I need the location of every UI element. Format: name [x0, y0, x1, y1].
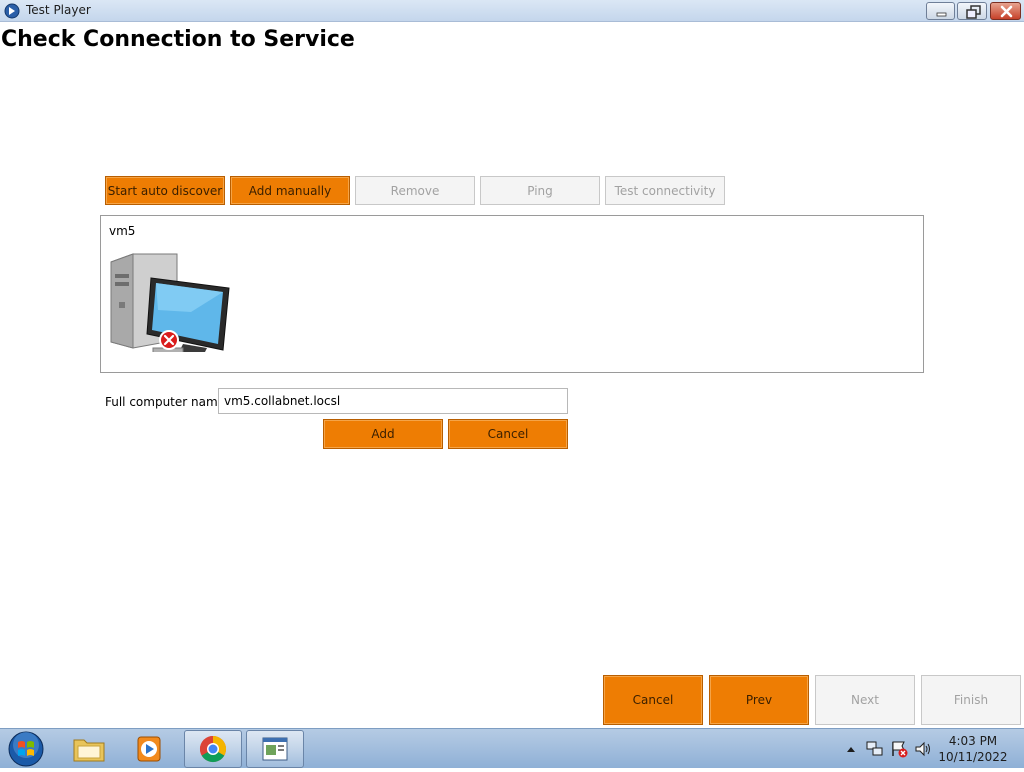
start-auto-discover-button[interactable]: Start auto discover [105, 176, 225, 205]
test-player-app-icon[interactable] [246, 730, 304, 768]
clock-date: 10/11/2022 [938, 750, 1008, 764]
remove-button[interactable]: Remove [355, 176, 475, 205]
volume-icon[interactable] [914, 740, 932, 762]
full-computer-name-input[interactable] [218, 388, 568, 414]
add-manually-button[interactable]: Add manually [230, 176, 350, 205]
restore-button[interactable] [957, 2, 987, 20]
test-connectivity-button[interactable]: Test connectivity [605, 176, 725, 205]
finish-button[interactable]: Finish [921, 675, 1021, 725]
show-hidden-icons-icon[interactable] [846, 741, 856, 760]
start-orb-icon[interactable] [4, 730, 48, 768]
window-title: Test Player [26, 3, 91, 17]
taskbar: 4:03 PM 10/11/2022 [0, 728, 1024, 768]
cancel-button[interactable]: Cancel [603, 675, 703, 725]
chrome-icon[interactable] [184, 730, 242, 768]
taskbar-clock[interactable]: 4:03 PM 10/11/2022 [936, 733, 1010, 765]
network-icon[interactable] [866, 740, 884, 762]
clock-time: 4:03 PM [948, 734, 998, 748]
page-title: Check Connection to Service [1, 27, 355, 52]
app-icon [4, 3, 20, 19]
action-center-error-icon[interactable] [890, 740, 908, 762]
host-list-panel: vm5 [100, 215, 924, 373]
host-name: vm5 [109, 224, 136, 238]
media-player-icon[interactable] [120, 730, 178, 768]
add-button[interactable]: Add [323, 419, 443, 449]
next-button[interactable]: Next [815, 675, 915, 725]
prev-button[interactable]: Prev [709, 675, 809, 725]
ping-button[interactable]: Ping [480, 176, 600, 205]
close-button[interactable] [990, 2, 1021, 20]
full-computer-name-label: Full computer name: [105, 395, 230, 409]
window-titlebar: Test Player [0, 0, 1024, 22]
minimize-button[interactable] [926, 2, 955, 20]
cancel-add-button[interactable]: Cancel [448, 419, 568, 449]
folder-icon[interactable] [60, 730, 118, 768]
computer-error-icon [103, 252, 235, 356]
